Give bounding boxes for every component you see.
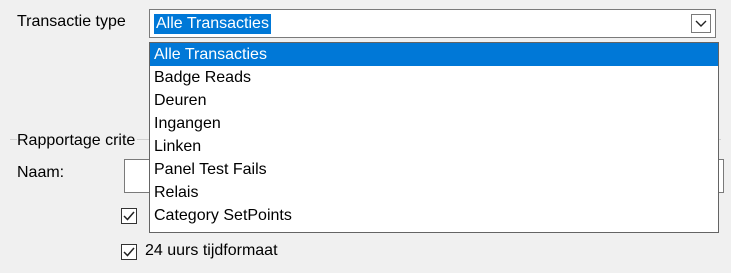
- combobox-selected-value: Alle Transacties: [154, 14, 271, 34]
- checkmark-icon: [123, 211, 135, 221]
- dropdown-option[interactable]: Category SetPoints: [150, 204, 718, 227]
- report-criteria-group-label: Rapportage crite: [17, 132, 138, 150]
- dropdown-option[interactable]: Badge Reads: [150, 66, 718, 89]
- dropdown-option[interactable]: Ingangen: [150, 112, 718, 135]
- dropdown-button[interactable]: [691, 14, 711, 33]
- dropdown-option[interactable]: Alle Transacties: [150, 43, 718, 66]
- name-label: Naam:: [17, 164, 65, 181]
- 24h-format-label: 24 uurs tijdformaat: [145, 242, 278, 259]
- transaction-type-label: Transactie type: [17, 13, 126, 30]
- dropdown-option[interactable]: Relais: [150, 181, 718, 204]
- 24h-format-checkbox[interactable]: [121, 244, 137, 260]
- dropdown-option[interactable]: Deuren: [150, 89, 718, 112]
- checkbox-1[interactable]: [121, 208, 137, 224]
- transaction-type-dropdown-list: Alle Transacties Badge Reads Deuren Inga…: [149, 42, 719, 233]
- dropdown-option[interactable]: Panel Test Fails: [150, 158, 718, 181]
- checkmark-icon: [123, 247, 135, 257]
- dropdown-option[interactable]: Linken: [150, 135, 718, 158]
- chevron-down-icon: [695, 20, 707, 27]
- transaction-type-combobox[interactable]: Alle Transacties: [149, 9, 716, 38]
